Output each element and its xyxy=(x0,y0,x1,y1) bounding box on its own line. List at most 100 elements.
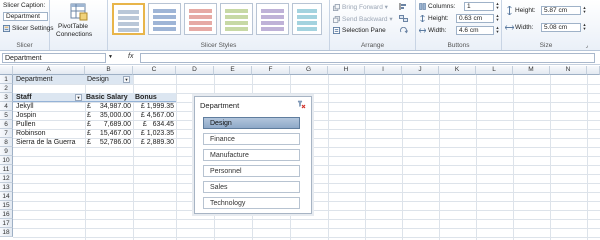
name-box[interactable]: Department xyxy=(2,53,106,63)
cell-b3-basic-salary[interactable]: Basic Salary xyxy=(86,93,128,102)
formula-input[interactable] xyxy=(140,53,595,63)
slicer-style-2[interactable] xyxy=(148,3,181,35)
button-height-spinner[interactable]: ▲ ▼ xyxy=(495,14,500,23)
row-header-4[interactable]: 4 xyxy=(0,102,13,111)
row-header-8[interactable]: 8 xyxy=(0,138,13,147)
bring-forward-label: Bring Forward xyxy=(342,4,383,11)
staff-dropdown-icon[interactable]: ▼ xyxy=(75,94,82,101)
staff-name[interactable]: Sierra de la Guerra xyxy=(16,138,76,147)
row-header-9[interactable]: 9 xyxy=(0,147,13,156)
clear-filter-icon[interactable] xyxy=(297,100,306,109)
staff-name[interactable]: Pullen xyxy=(16,120,35,129)
staff-name[interactable]: Jospin xyxy=(16,111,36,120)
column-header-i[interactable]: I xyxy=(365,66,402,75)
row-header-5[interactable]: 5 xyxy=(0,111,13,120)
insert-function-icon[interactable]: fx xyxy=(128,53,133,60)
slicer-item-sales[interactable]: Sales xyxy=(203,181,300,193)
slicer-style-3[interactable] xyxy=(184,3,217,35)
send-backward-button[interactable]: Send Backward ▾ xyxy=(333,15,393,23)
salary-value[interactable]: 35,000.00 xyxy=(95,111,131,120)
bonus-value[interactable]: £ 1,999.35 xyxy=(133,102,174,111)
shape-height-input[interactable]: 5.87 cm xyxy=(541,6,581,15)
shape-width-spinner[interactable]: ▲ ▼ xyxy=(582,23,587,32)
slicer-style-6[interactable] xyxy=(292,3,322,35)
column-header-l[interactable]: L xyxy=(476,66,513,75)
slicer-style-4[interactable] xyxy=(220,3,253,35)
department-slicer[interactable]: Department Design Finance Manufacture Pe… xyxy=(194,96,312,214)
slicer-style-5[interactable] xyxy=(256,3,289,35)
slicer-group: Slicer Caption: Department Slicer Settin… xyxy=(0,0,54,50)
pivot-connections-button[interactable] xyxy=(69,3,89,21)
column-header-b[interactable]: B xyxy=(85,66,133,75)
cell-c3-bonus[interactable]: Bonus xyxy=(135,93,157,102)
shape-height-spinner[interactable]: ▲ ▼ xyxy=(582,6,587,15)
filter-funnel-icon[interactable]: ▼ xyxy=(123,76,130,83)
select-all-corner[interactable] xyxy=(0,66,13,75)
column-header-h[interactable]: H xyxy=(328,66,365,75)
cell-a1-department[interactable]: Department xyxy=(16,75,53,84)
column-header-n[interactable]: N xyxy=(550,66,587,75)
column-header-k[interactable]: K xyxy=(439,66,476,75)
group-button[interactable] xyxy=(399,15,409,24)
row-header-12[interactable]: 12 xyxy=(0,174,13,183)
shape-width-input[interactable]: 5.08 cm xyxy=(541,23,581,32)
columns-spinner[interactable]: ▲ ▼ xyxy=(495,2,500,11)
slicer-item-manufacture[interactable]: Manufacture xyxy=(203,149,300,161)
bonus-value[interactable]: £ 634.45 xyxy=(133,120,174,129)
row-header-3[interactable]: 3 xyxy=(0,93,13,102)
row-header-18[interactable]: 18 xyxy=(0,228,13,237)
column-header-d[interactable]: D xyxy=(176,66,214,75)
salary-value[interactable]: 52,786.00 xyxy=(95,138,131,147)
cell-a3-staff[interactable]: Staff xyxy=(16,93,32,102)
row-header-10[interactable]: 10 xyxy=(0,156,13,165)
name-box-dropdown-icon[interactable]: ▼ xyxy=(108,54,113,60)
slicer-item-personnel[interactable]: Personnel xyxy=(203,165,300,177)
column-header-more xyxy=(587,66,600,75)
size-dialog-launcher-icon[interactable]: ⌟ xyxy=(586,43,588,49)
row-header-7[interactable]: 7 xyxy=(0,129,13,138)
rotate-button[interactable] xyxy=(399,26,409,36)
button-height-input[interactable]: 0.63 cm xyxy=(456,14,494,23)
bring-forward-button[interactable]: Bring Forward ▾ xyxy=(333,3,388,11)
row-header-6[interactable]: 6 xyxy=(0,120,13,129)
staff-name[interactable]: Jekyll xyxy=(16,102,34,111)
slicer-item-finance[interactable]: Finance xyxy=(203,133,300,145)
selection-pane-button[interactable]: Selection Pane xyxy=(333,27,386,34)
salary-value[interactable]: 15,467.00 xyxy=(95,129,131,138)
salary-value[interactable]: 34,987.00 xyxy=(95,102,131,111)
staff-name[interactable]: Robinson xyxy=(16,129,46,138)
column-header-f[interactable]: F xyxy=(252,66,290,75)
cell-b1-filter-value[interactable]: Design xyxy=(87,75,109,84)
row-header-11[interactable]: 11 xyxy=(0,165,13,174)
columns-input[interactable]: 1 xyxy=(464,2,494,11)
align-button[interactable] xyxy=(399,3,409,12)
row-header-14[interactable]: 14 xyxy=(0,192,13,201)
slicer-caption-input[interactable]: Department xyxy=(3,12,48,21)
row-header-2[interactable]: 2 xyxy=(0,84,13,93)
column-header-m[interactable]: M xyxy=(513,66,550,75)
button-width-input[interactable]: 4.6 cm xyxy=(456,26,494,35)
button-height-label: Height: xyxy=(428,15,449,22)
slicer-settings-label: Slicer Settings xyxy=(12,25,54,33)
row-header-17[interactable]: 17 xyxy=(0,219,13,228)
slicer-item-technology[interactable]: Technology xyxy=(203,197,300,209)
column-header-j[interactable]: J xyxy=(402,66,439,75)
row-header-16[interactable]: 16 xyxy=(0,210,13,219)
ribbon: Slicer Caption: Department Slicer Settin… xyxy=(0,0,600,51)
slicer-settings-button[interactable]: Slicer Settings xyxy=(3,25,54,32)
bonus-value[interactable]: £ 1,023.35 xyxy=(133,129,174,138)
column-header-c[interactable]: C xyxy=(133,66,176,75)
column-header-g[interactable]: G xyxy=(290,66,328,75)
slicer-style-1[interactable] xyxy=(112,3,145,35)
bonus-value[interactable]: £ 2,889.30 xyxy=(133,138,174,147)
gridline xyxy=(365,75,366,240)
column-header-e[interactable]: E xyxy=(214,66,252,75)
column-header-a[interactable]: A xyxy=(13,66,85,75)
row-header-15[interactable]: 15 xyxy=(0,201,13,210)
bonus-value[interactable]: £ 4,567.00 xyxy=(133,111,174,120)
row-header-1[interactable]: 1 xyxy=(0,75,13,84)
salary-value[interactable]: 7,689.00 xyxy=(95,120,131,129)
button-width-spinner[interactable]: ▲ ▼ xyxy=(495,26,500,35)
slicer-item-design[interactable]: Design xyxy=(203,117,300,129)
row-header-13[interactable]: 13 xyxy=(0,183,13,192)
